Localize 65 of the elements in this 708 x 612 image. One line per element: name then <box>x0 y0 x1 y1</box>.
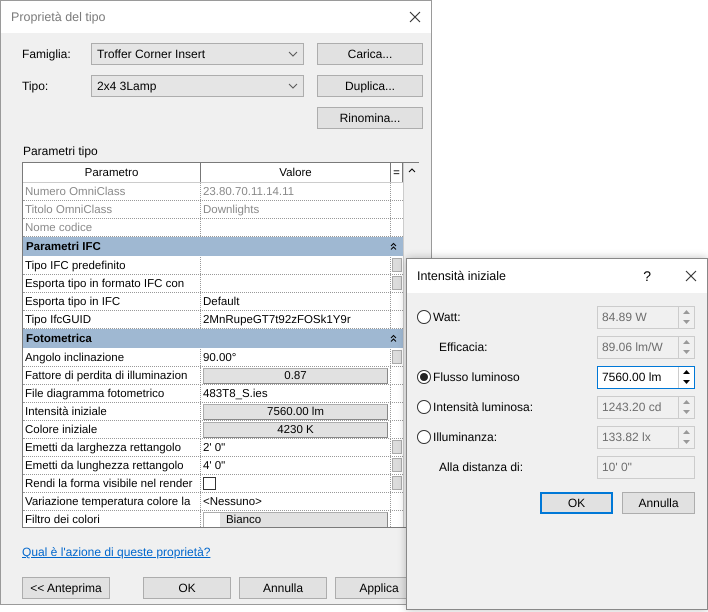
parameter-cell: Fattore di perdita di illuminazion <box>23 367 201 385</box>
group-header[interactable]: Fotometrica <box>23 329 403 349</box>
parameter-cell: Numero OmniClass <box>23 183 201 200</box>
value-button[interactable]: 7560.00 lm <box>203 404 388 420</box>
parameter-cell: Variazione temperatura colore la <box>23 493 201 510</box>
cancel-button[interactable]: Annulla <box>239 577 327 599</box>
parameter-cell: Rendi la forma visibile nel render <box>23 475 201 492</box>
parameter-cell: Tipo IfcGUID <box>23 311 201 328</box>
collapse-icon[interactable] <box>390 334 397 343</box>
parameter-cell: Intensità iniziale <box>23 403 201 421</box>
rename-button[interactable]: Rinomina... <box>317 107 423 129</box>
value-cell: Default <box>201 293 391 310</box>
duplicate-button[interactable]: Duplica... <box>317 75 423 97</box>
option-label: Flusso luminoso <box>433 370 521 384</box>
radio-button[interactable] <box>417 370 431 384</box>
value-button[interactable]: 0.87 <box>203 368 388 384</box>
option-label: Intensità luminosa: <box>433 400 534 414</box>
parameter-cell: Nome codice <box>23 219 201 236</box>
help-button[interactable]: ? <box>643 268 651 284</box>
value-cell: <Nessuno> <box>201 493 391 510</box>
column-header[interactable]: Parametro <box>23 163 201 182</box>
field-label: Tipo: <box>22 79 50 93</box>
load-button[interactable]: Carica... <box>317 43 423 65</box>
parameter-cell: Colore iniziale <box>23 421 201 439</box>
parameter-cell: Esporta tipo in formato IFC con <box>23 275 201 292</box>
close-icon[interactable] <box>409 11 421 23</box>
value-cell: 483T8_S.ies <box>201 385 391 402</box>
section-label: Parametri tipo <box>23 144 99 158</box>
ok-button[interactable]: OK <box>143 577 231 599</box>
field-label: Famiglia: <box>22 47 72 61</box>
preview-button[interactable]: << Anteprima <box>22 577 110 599</box>
group-header[interactable]: Parametri IFC <box>23 237 403 257</box>
value-cell: 2' 0" <box>201 439 391 456</box>
value-cell: 4' 0" <box>201 457 391 474</box>
color-button[interactable]: Bianco <box>203 512 388 527</box>
parameter-cell: Angolo inclinazione <box>23 349 201 366</box>
value-cell: 2MnRupeGT7t92zFOSk1Y9r <box>201 311 391 328</box>
value-cell: 23.80.70.11.14.11 <box>201 183 391 200</box>
parameter-cell: Emetti da larghezza rettangolo <box>23 439 201 456</box>
number-spinner[interactable]: 7560.00 lm <box>597 366 695 388</box>
window-title: Proprietà del tipo <box>11 10 106 24</box>
column-header[interactable]: Valore <box>201 163 391 182</box>
family-dropdown[interactable]: Troffer Corner Insert <box>91 43 304 65</box>
column-header[interactable]: = <box>391 163 403 182</box>
value-button[interactable]: 4230 K <box>203 422 388 438</box>
parameter-cell: Filtro dei colori <box>23 511 201 527</box>
type-dropdown[interactable]: 2x4 3Lamp <box>91 75 304 97</box>
parameter-cell: File diagramma fotometrico <box>23 385 201 402</box>
option-label: Illuminanza: <box>433 430 498 444</box>
help-link[interactable]: Qual è l'azione di queste proprietà? <box>22 545 210 559</box>
collapse-icon[interactable] <box>390 242 397 251</box>
cancel-button[interactable]: Annulla <box>622 492 695 514</box>
parameter-cell: Tipo IFC predefinito <box>23 257 201 274</box>
ok-button[interactable]: OK <box>540 492 613 514</box>
option-label: Efficacia: <box>439 340 488 354</box>
value-cell: 90.00° <box>201 349 391 366</box>
parameter-cell: Emetti da lunghezza rettangolo <box>23 457 201 474</box>
option-label: Watt: <box>433 310 462 324</box>
value-cell: Downlights <box>201 201 391 218</box>
close-icon[interactable] <box>685 270 697 282</box>
option-label: Alla distanza di: <box>439 460 524 474</box>
parameter-cell: Esporta tipo in IFC <box>23 293 201 310</box>
window-title: Intensità iniziale <box>417 269 507 283</box>
checkbox[interactable] <box>203 477 216 490</box>
parameter-cell: Titolo OmniClass <box>23 201 201 218</box>
